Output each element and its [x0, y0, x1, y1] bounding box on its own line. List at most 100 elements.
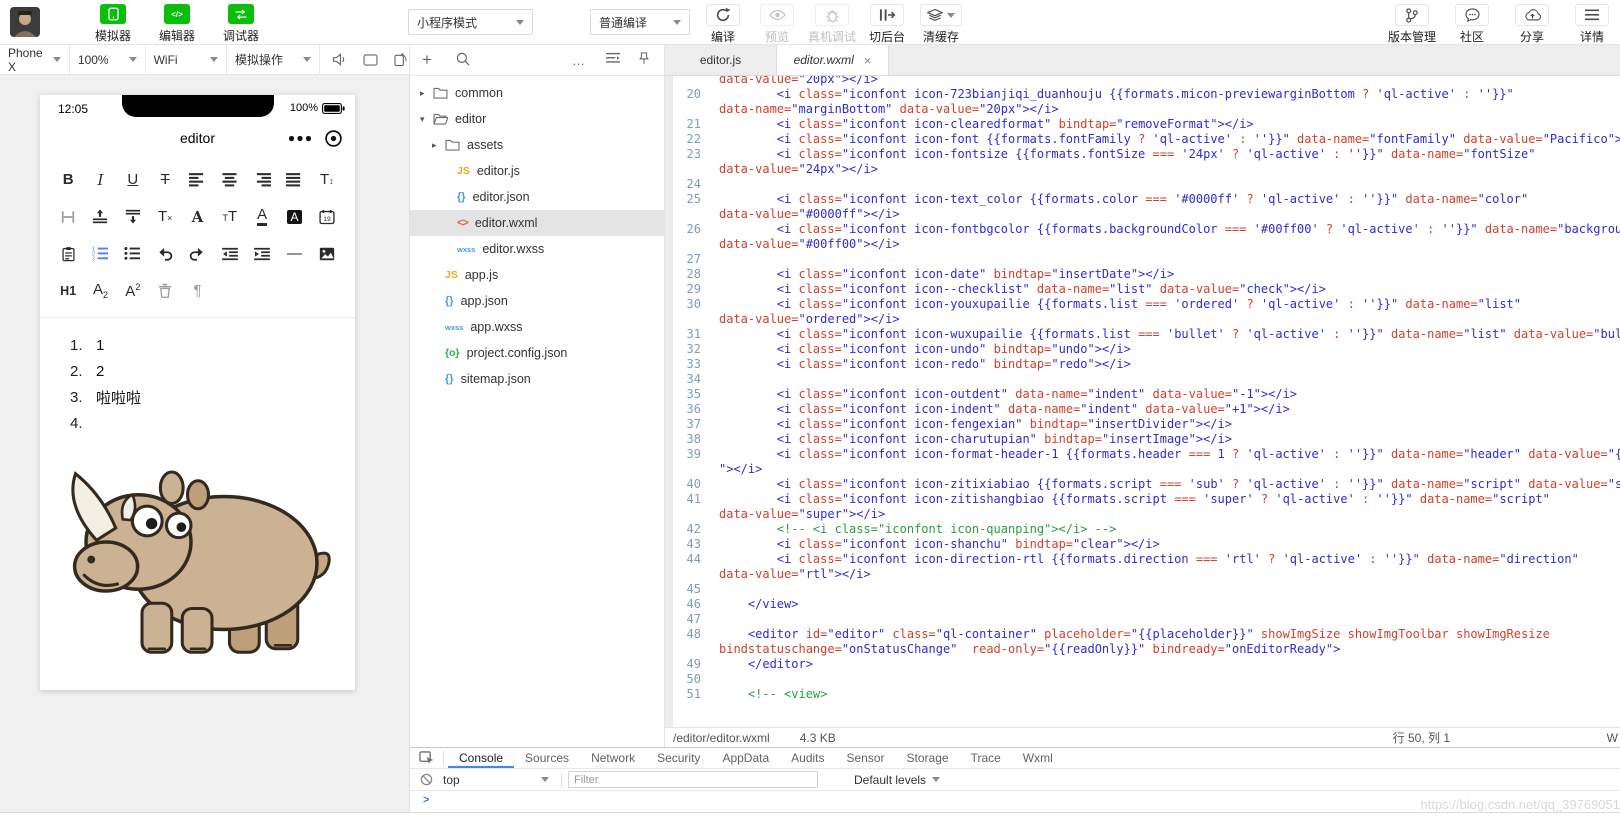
code-line[interactable]: data-value="ordered"></i>	[665, 312, 1620, 327]
action-background[interactable]: 切后台	[864, 4, 910, 45]
toolbar-underline-icon[interactable]: U	[117, 161, 149, 198]
console-filter-input[interactable]	[568, 771, 818, 788]
debugger-tab-console[interactable]: Console	[448, 748, 514, 768]
toolbar-bold-icon[interactable]: B	[52, 161, 84, 198]
code-line[interactable]: 29 <i class="iconfont icon--checklist" d…	[665, 282, 1620, 297]
inserted-rhino-image[interactable]	[40, 442, 355, 670]
toolbar-ordered-list-icon[interactable]: 123	[84, 235, 116, 272]
tree-item-editor.js[interactable]: JSeditor.js	[410, 158, 664, 184]
device-select[interactable]: Phone X	[0, 45, 70, 74]
debugger-tab-appdata[interactable]: AppData	[711, 748, 780, 768]
tree-item-app.json[interactable]: {}app.json	[410, 288, 664, 314]
toolbar-line-height-icon[interactable]: T↕	[311, 161, 343, 198]
code-line[interactable]: 51 <!-- <view>	[665, 687, 1620, 702]
code-line[interactable]: 37 <i class="iconfont icon-fengexian" bi…	[665, 417, 1620, 432]
code-line[interactable]: 35 <i class="iconfont icon-outdent" data…	[665, 387, 1620, 402]
action-refresh[interactable]: 编译	[700, 4, 746, 45]
code-line[interactable]: 50	[665, 672, 1620, 687]
toolbar-header-h1-icon[interactable]: H1	[52, 272, 84, 309]
more-options-icon[interactable]: …	[572, 52, 586, 70]
main-button-phone[interactable]: 模拟器	[86, 4, 140, 44]
code-line[interactable]: 40 <i class="iconfont icon-zitixiabiao {…	[665, 477, 1620, 492]
code-line[interactable]: data-value="#0000ff"></i>	[665, 207, 1620, 222]
toolbar-align-center-icon[interactable]	[214, 161, 246, 198]
editor-content-area[interactable]: 1.12.23.啦啦啦4.	[40, 318, 355, 436]
toolbar-superscript-icon[interactable]: A2	[117, 272, 149, 309]
code-line[interactable]: 44 <i class="iconfont icon-direction-rtl…	[665, 552, 1620, 567]
toolbar-direction-rtl-icon[interactable]: ¶	[181, 272, 213, 309]
code-line[interactable]: 48 <editor id="editor" class="ql-contain…	[665, 627, 1620, 642]
code-line[interactable]: data-name="marginBottom" data-value="20p…	[665, 102, 1620, 117]
main-button-code[interactable]: </>编辑器	[150, 4, 204, 44]
editor-tab-editor.js[interactable]: editor.js	[665, 45, 777, 75]
screenshot-icon[interactable]	[363, 54, 378, 66]
toolbar-align-justify-icon[interactable]	[278, 161, 310, 198]
tree-item-app.wxss[interactable]: wxssapp.wxss	[410, 314, 664, 340]
compile-mode-select[interactable]: 普通编译	[590, 9, 690, 35]
debugger-tab-audits[interactable]: Audits	[780, 748, 835, 768]
code-line[interactable]: 41 <i class="iconfont icon-zitishangbiao…	[665, 492, 1620, 507]
main-button-switch[interactable]: 调试器	[214, 4, 268, 44]
new-file-icon[interactable]: +	[422, 52, 432, 70]
toolbar-text-color-icon[interactable]: A	[246, 198, 278, 235]
code-line[interactable]: 30 <i class="iconfont icon-youxupailie {…	[665, 297, 1620, 312]
toolbar-subscript-icon[interactable]: A2	[84, 272, 116, 309]
code-line[interactable]: data-value="rtl"></i>	[665, 567, 1620, 582]
tree-item-editor[interactable]: ▾editor	[410, 106, 664, 132]
collapse-all-icon[interactable]	[606, 52, 620, 64]
debugger-tab-network[interactable]: Network	[580, 748, 646, 768]
debugger-tab-wxml[interactable]: Wxml	[1012, 748, 1064, 768]
tree-item-editor.json[interactable]: {}editor.json	[410, 184, 664, 210]
clear-console-icon[interactable]	[420, 773, 433, 786]
debugger-tab-storage[interactable]: Storage	[896, 748, 960, 768]
debugger-tab-security[interactable]: Security	[646, 748, 711, 768]
code-line[interactable]: 28 <i class="iconfont icon-date" bindtap…	[665, 267, 1620, 282]
simulate-action-select[interactable]: 模拟操作	[227, 45, 320, 74]
toolbar-clear-format-icon[interactable]: T×	[149, 198, 181, 235]
code-line[interactable]: 31 <i class="iconfont icon-wuxupailie {{…	[665, 327, 1620, 342]
hide-panel-icon[interactable]	[638, 52, 650, 65]
action-menu[interactable]: 详情	[1564, 4, 1620, 45]
code-line[interactable]: 45	[665, 582, 1620, 597]
action-layers[interactable]: 清缓存	[918, 4, 964, 45]
toolbar-bullet-list-icon[interactable]	[117, 235, 149, 272]
toolbar-date-icon[interactable]: 19	[311, 198, 343, 235]
editor-tab-editor.wxml[interactable]: editor.wxml×	[777, 45, 889, 75]
toolbar-divider-icon[interactable]: —	[278, 235, 310, 272]
code-line[interactable]: 36 <i class="iconfont icon-indent" data-…	[665, 402, 1620, 417]
code-line[interactable]: 26 <i class="iconfont icon-fontbgcolor {…	[665, 222, 1620, 237]
code-line[interactable]: 39 <i class="iconfont icon-format-header…	[665, 447, 1620, 462]
code-line[interactable]: 22 <i class="iconfont icon-font {{format…	[665, 132, 1620, 147]
debugger-tab-trace[interactable]: Trace	[960, 748, 1012, 768]
code-line[interactable]: 34	[665, 372, 1620, 387]
code-line[interactable]: 20 <i class="iconfont icon-723bianjiqi_d…	[665, 87, 1620, 102]
close-icon[interactable]: ×	[864, 53, 872, 68]
toolbar-font-size-icon[interactable]: TT	[214, 198, 246, 235]
log-levels-select[interactable]: Default levels	[854, 773, 940, 787]
action-branch[interactable]: 版本管理	[1384, 4, 1440, 45]
toolbar-redo-icon[interactable]	[181, 235, 213, 272]
code-line[interactable]: 24	[665, 177, 1620, 192]
code-line[interactable]: 32 <i class="iconfont icon-undo" bindtap…	[665, 342, 1620, 357]
debugger-tab-sensor[interactable]: Sensor	[836, 748, 896, 768]
toolbar-italic-icon[interactable]: I	[84, 161, 116, 198]
toolbar-bg-color-icon[interactable]: A	[278, 198, 310, 235]
code-line[interactable]: 38 <i class="iconfont icon-charutupian" …	[665, 432, 1620, 447]
sound-icon[interactable]	[332, 53, 347, 66]
code-line[interactable]: 43 <i class="iconfont icon-shanchu" bind…	[665, 537, 1620, 552]
code-line[interactable]: data-value="20px"></i>	[665, 76, 1620, 87]
toolbar-checklist-icon[interactable]	[52, 235, 84, 272]
tree-item-assets[interactable]: ▸assets	[410, 132, 664, 158]
network-select[interactable]: WiFi	[146, 45, 227, 74]
code-line[interactable]: data-value="24px"></i>	[665, 162, 1620, 177]
code-line[interactable]: 23 <i class="iconfont icon-fontsize {{fo…	[665, 147, 1620, 162]
toolbar-undo-icon[interactable]	[149, 235, 181, 272]
code-line[interactable]: 42 <!-- <i class="iconfont icon-quanping…	[665, 522, 1620, 537]
code-line[interactable]: bindstatuschange="onStatusChange" read-o…	[665, 642, 1620, 657]
code-area[interactable]: data-value="20px"></i>20 <i class="iconf…	[665, 76, 1620, 727]
code-line[interactable]: "></i>	[665, 462, 1620, 477]
code-line[interactable]: 33 <i class="iconfont icon-redo" bindtap…	[665, 357, 1620, 372]
code-line[interactable]: 49 </editor>	[665, 657, 1620, 672]
zoom-select[interactable]: 100%	[70, 45, 146, 74]
code-line[interactable]: 47	[665, 612, 1620, 627]
